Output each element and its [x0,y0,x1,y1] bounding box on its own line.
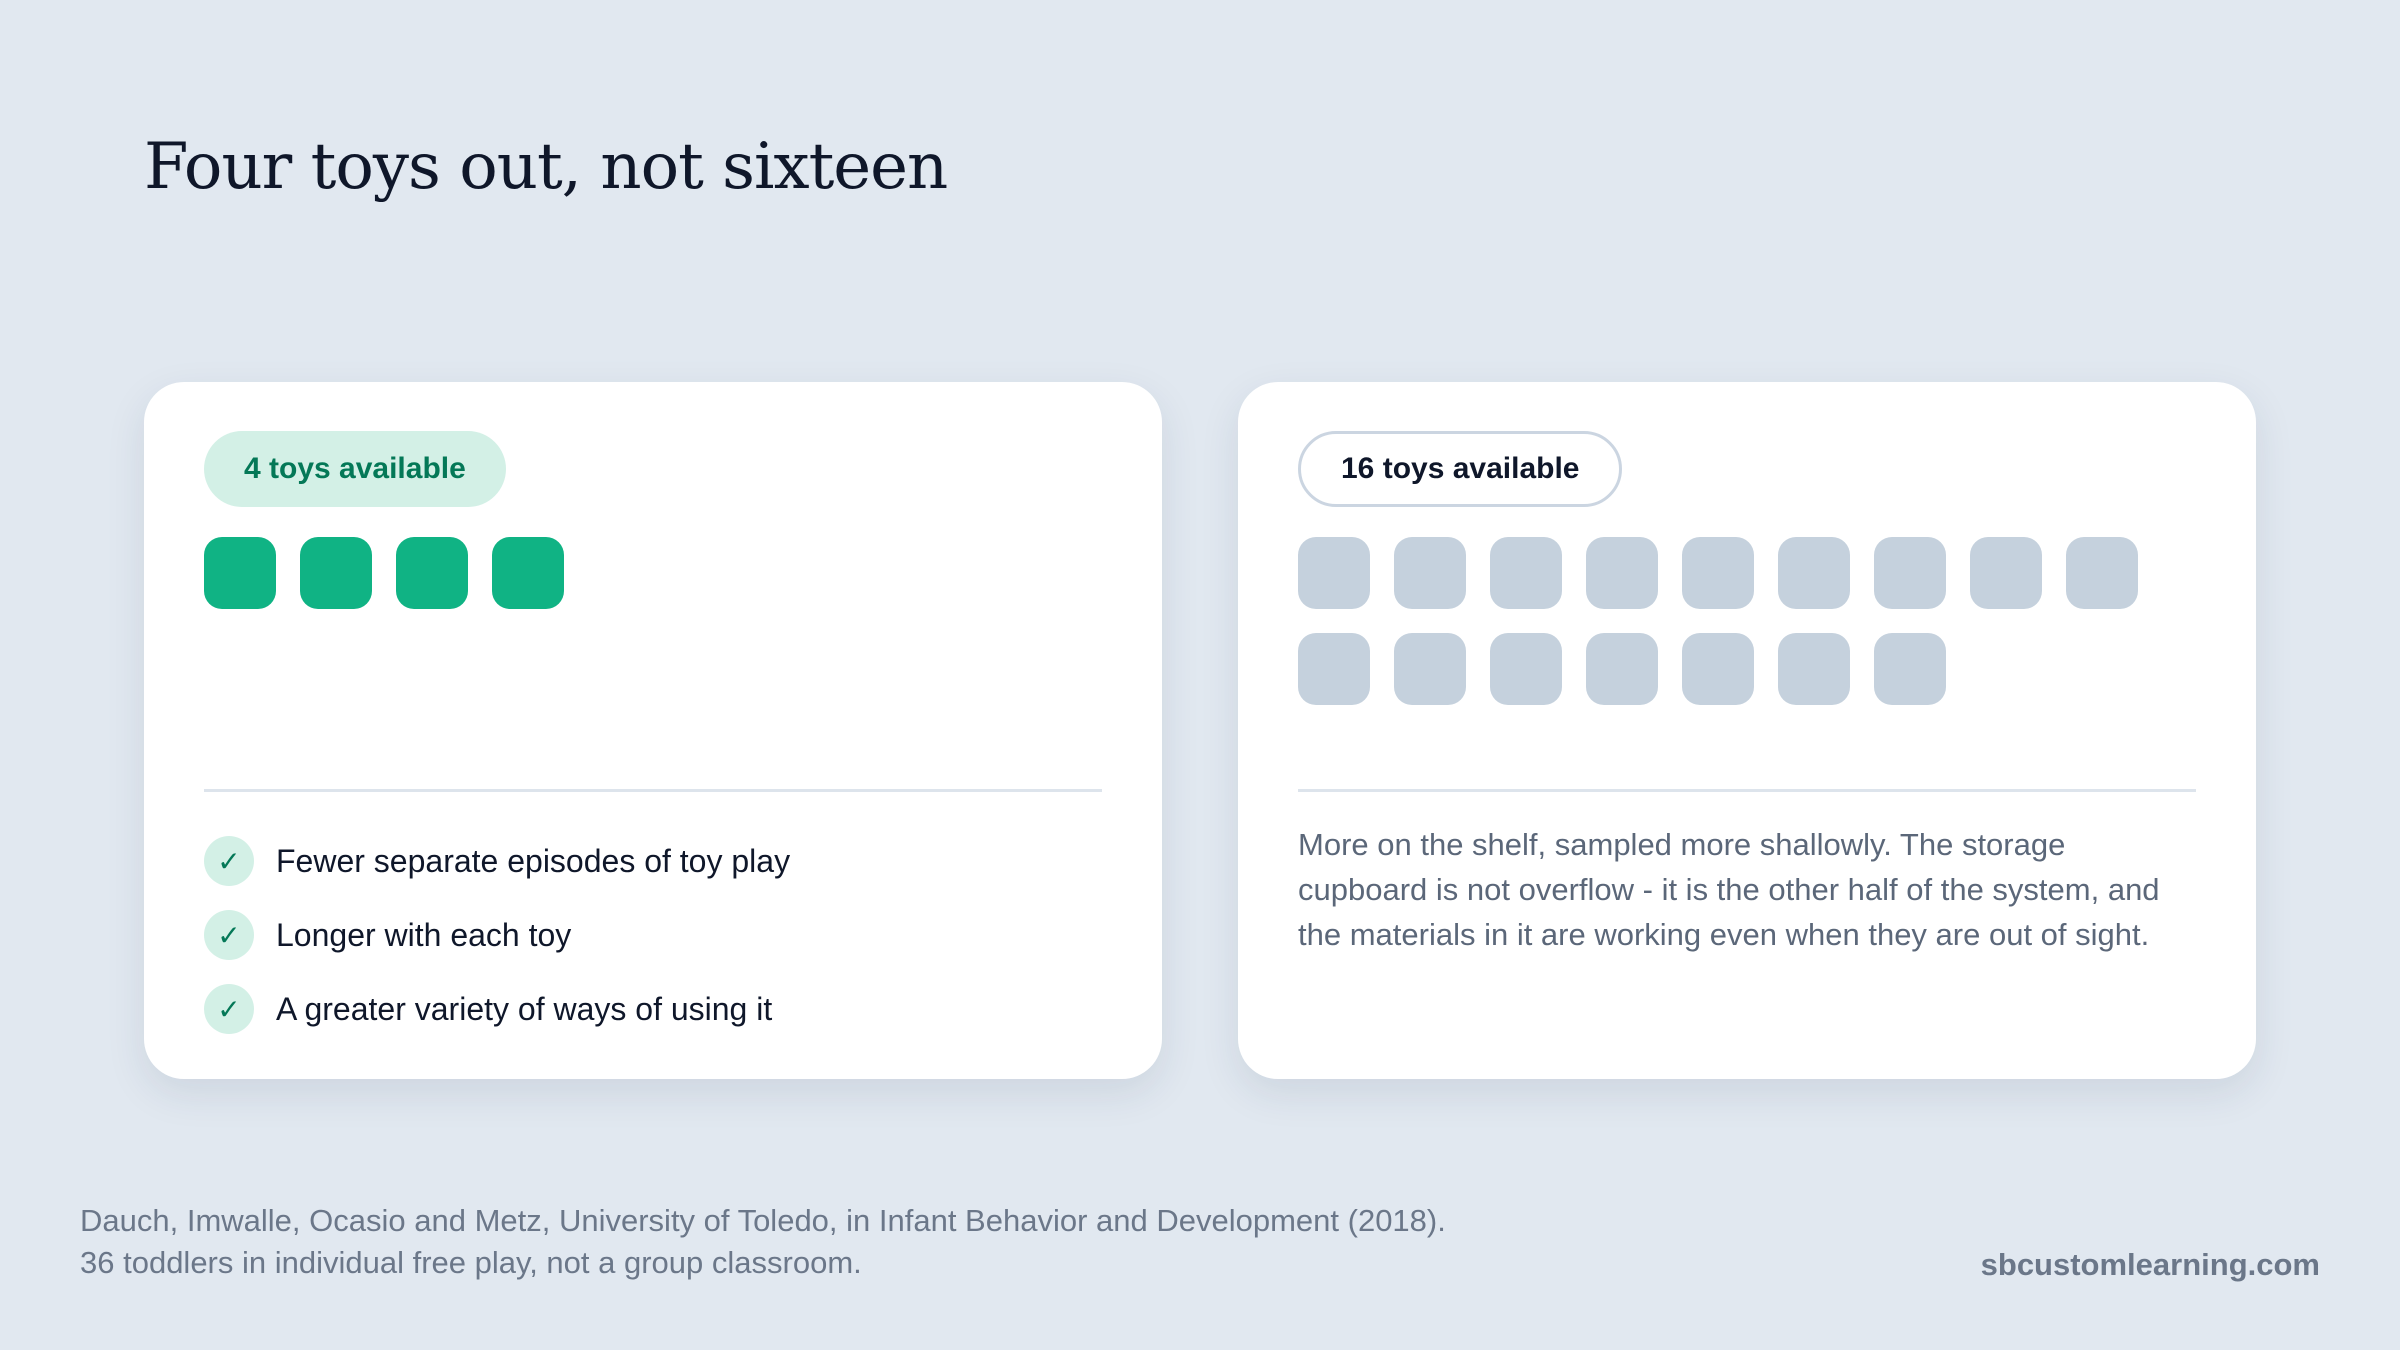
toy-square [1586,633,1658,705]
divider [1298,789,2196,792]
toy-square [2066,537,2138,609]
toy-square [1394,633,1466,705]
card-four-toys: 4 toys available ✓ Fewer separate episod… [144,382,1162,1079]
toy-square [1394,537,1466,609]
toy-square [396,537,468,609]
benefit-item: ✓ Fewer separate episodes of toy play [204,824,790,898]
page-title: Four toys out, not sixteen [144,130,948,204]
toy-square [1874,537,1946,609]
benefit-list: ✓ Fewer separate episodes of toy play ✓ … [204,824,790,1046]
toy-square [204,537,276,609]
toy-square [300,537,372,609]
benefit-text: Longer with each toy [276,916,572,953]
toy-square [1682,537,1754,609]
check-icon: ✓ [204,910,254,960]
citation: Dauch, Imwalle, Ocasio and Metz, Univers… [80,1203,1446,1280]
check-icon: ✓ [204,836,254,886]
description-text: More on the shelf, sampled more shallowl… [1298,827,2160,952]
toy-square [1778,537,1850,609]
toy-square [1778,633,1850,705]
toy-square [1298,633,1370,705]
toy-square [492,537,564,609]
toy-square [1490,537,1562,609]
badge-16-toys: 16 toys available [1298,431,1623,507]
toy-square [1298,537,1370,609]
toy-square [1874,633,1946,705]
badge-4-toys: 4 toys available [204,431,506,507]
check-icon: ✓ [204,984,254,1034]
toy-square [1586,537,1658,609]
site-link[interactable]: sbcustomlearning.com [1981,1244,2320,1286]
benefit-item: ✓ Longer with each toy [204,898,790,972]
benefit-text: A greater variety of ways of using it [276,990,773,1027]
toy-square [1682,633,1754,705]
toy-square [1490,633,1562,705]
benefit-text: Fewer separate episodes of toy play [276,842,791,879]
divider [204,789,1102,792]
toy-square [1970,537,2042,609]
card-sixteen-toys: 16 toys available More on the shelf, sam… [1238,382,2256,1079]
benefit-item: ✓ A greater variety of ways of using it [204,972,790,1046]
